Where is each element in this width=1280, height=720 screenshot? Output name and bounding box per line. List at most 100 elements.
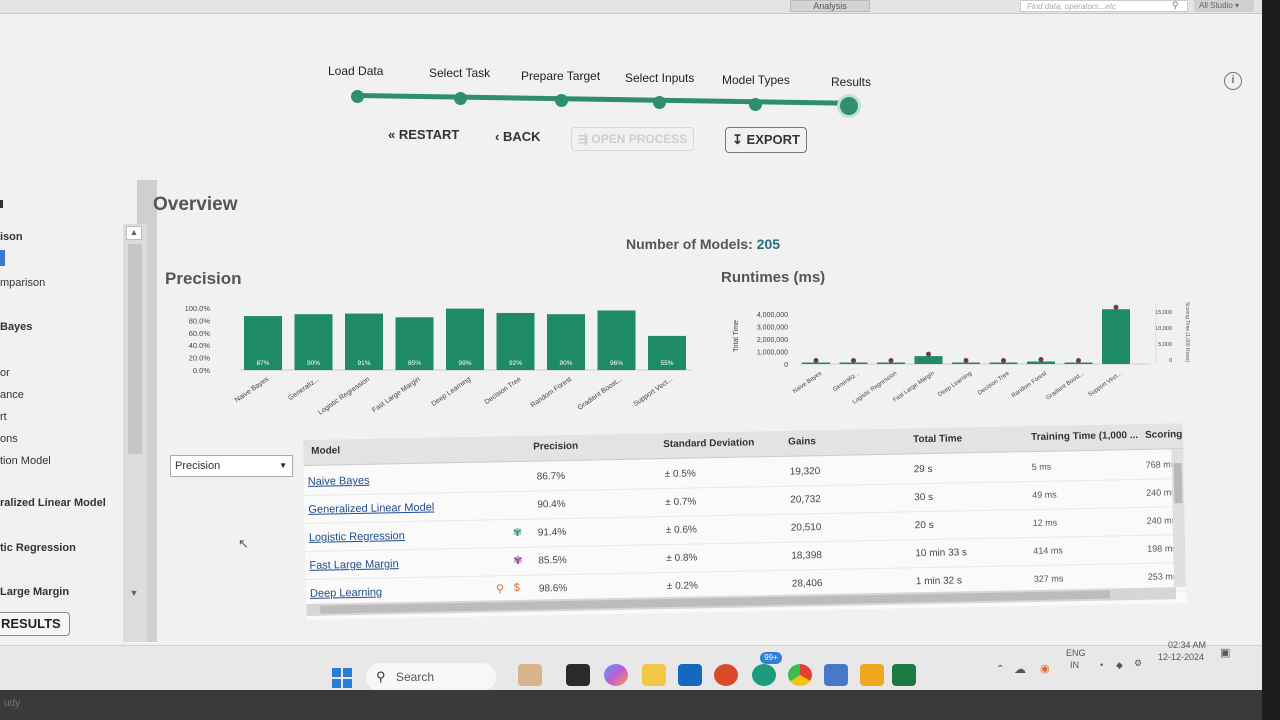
- export-label: EXPORT: [746, 132, 800, 147]
- column-header-total-time[interactable]: Total Time: [913, 433, 962, 445]
- whatsapp-icon[interactable]: [752, 664, 776, 686]
- step-dot-5[interactable]: [749, 98, 762, 111]
- wifi-icon[interactable]: •: [1100, 660, 1103, 670]
- step-results[interactable]: Results: [831, 75, 871, 89]
- x-tick-label: Fast Large Margin: [892, 371, 935, 404]
- sidebar-item-production-model[interactable]: tion Model: [0, 455, 51, 467]
- battery-icon[interactable]: ⚙: [1134, 658, 1142, 669]
- step-dot-3[interactable]: [555, 94, 568, 107]
- y-axis-label: Total Time: [733, 320, 740, 352]
- column-header-gains[interactable]: Gains: [788, 436, 816, 448]
- step-prepare-target[interactable]: Prepare Target: [521, 69, 600, 83]
- widgets-icon[interactable]: [518, 664, 542, 686]
- task-view-icon[interactable]: [566, 664, 590, 686]
- sidebar-item-naive-bayes[interactable]: Bayes: [0, 321, 32, 333]
- stepper-track: [355, 93, 850, 106]
- tab-analysis[interactable]: Analysis: [790, 0, 870, 12]
- sidebar-scrollbar[interactable]: ▲ ▼: [123, 224, 147, 642]
- clock-date[interactable]: 12-12-2024: [1158, 652, 1204, 662]
- file-explorer-icon[interactable]: [642, 664, 666, 686]
- column-header-precision[interactable]: Precision: [533, 441, 578, 453]
- step-dot-4[interactable]: [653, 96, 666, 109]
- sidebar-item-fast-large-margin[interactable]: Large Margin: [0, 586, 69, 598]
- back-label: BACK: [502, 129, 541, 144]
- metric-select[interactable]: Precision ▼: [170, 455, 293, 477]
- running-figure-icon: ✾: [512, 526, 523, 539]
- cloud-icon[interactable]: ☁: [1014, 662, 1026, 676]
- taskbar-search[interactable]: ⚲ Search: [366, 663, 496, 690]
- step-select-inputs[interactable]: Select Inputs: [625, 71, 694, 85]
- sidebar-item-model-comparison[interactable]: mparison: [0, 277, 45, 289]
- clock-time[interactable]: 02:34 AM: [1168, 640, 1206, 650]
- sidebar-scroll-thumb[interactable]: [128, 244, 142, 454]
- chrome-icon[interactable]: [788, 664, 812, 686]
- copilot-icon[interactable]: [604, 664, 628, 686]
- volume-icon[interactable]: ◆: [1116, 660, 1123, 671]
- powerpoint-icon[interactable]: [714, 664, 738, 686]
- bar-value-label: 90%: [559, 360, 572, 367]
- scoring-marker: [963, 358, 969, 363]
- search-icon[interactable]: ⚲: [1172, 0, 1179, 11]
- app-icon[interactable]: [824, 664, 848, 686]
- open-process-button[interactable]: ⇶ OPEN PROCESS: [571, 127, 695, 151]
- sidebar-item-generalized-linear-model[interactable]: ralized Linear Model: [0, 497, 106, 509]
- taskbar-search-label: Search: [396, 670, 435, 684]
- step-dot-2[interactable]: [454, 92, 467, 105]
- scroll-down-icon[interactable]: ▼: [126, 588, 142, 602]
- column-header-scoring[interactable]: Scoring: [1145, 429, 1182, 441]
- y-tick-label: 80.0%: [189, 316, 211, 325]
- info-icon[interactable]: i: [1224, 72, 1242, 90]
- sidebar-item-predictions[interactable]: ons: [0, 433, 18, 445]
- table-vertical-scrollbar[interactable]: [1171, 449, 1186, 588]
- step-load-data[interactable]: Load Data: [328, 64, 383, 78]
- export-button[interactable]: ↧ EXPORT: [725, 127, 807, 153]
- results-button[interactable]: RESULTS: [0, 612, 70, 636]
- language-top[interactable]: ENG: [1066, 648, 1086, 658]
- language-bottom[interactable]: IN: [1070, 660, 1079, 670]
- sidebar-item-logistic-regression[interactable]: tic Regression: [0, 542, 76, 554]
- x-tick-label: Decision Tree: [484, 376, 523, 406]
- find-input[interactable]: Find data, operators...etc: [1020, 0, 1188, 12]
- model-link[interactable]: Deep Learning: [310, 587, 382, 600]
- studio-dropdown[interactable]: All Studio ▾: [1194, 0, 1254, 12]
- sidebar-item-performance[interactable]: ance: [0, 389, 24, 401]
- std-dev-cell: ± 0.2%: [666, 580, 699, 593]
- chevron-up-icon[interactable]: ⌃: [996, 664, 1004, 675]
- notification-icon[interactable]: ▣: [1220, 646, 1230, 659]
- step-dot-1[interactable]: [351, 90, 364, 103]
- model-link[interactable]: Fast Large Margin: [309, 558, 398, 572]
- table-vscroll-thumb[interactable]: [1173, 463, 1183, 504]
- scoring-marker: [1113, 304, 1119, 310]
- gains-cell: 28,406: [791, 578, 823, 590]
- restart-button[interactable]: « RESTART: [388, 127, 459, 142]
- models-count: Number of Models: 205: [626, 236, 780, 252]
- model-link[interactable]: Naive Bayes: [308, 475, 370, 488]
- excel-icon[interactable]: [892, 664, 916, 686]
- app-icon-2[interactable]: [860, 664, 884, 686]
- step-dot-6[interactable]: [840, 97, 858, 115]
- column-header-std-dev[interactable]: Standard Deviation: [663, 437, 754, 450]
- sidebar-item-chart[interactable]: rt: [0, 411, 7, 423]
- taskbar: ⚲ Search 99+ ⌃ ☁ ◉ ENG IN • ◆ ⚙ 02:34 AM…: [0, 640, 1262, 690]
- column-header-model[interactable]: Model: [311, 445, 340, 457]
- results-table: Model Precision Standard Deviation Gains…: [303, 423, 1187, 620]
- scoring-marker: [813, 358, 819, 363]
- x-tick-label: Logistic Regression: [317, 376, 371, 417]
- windows-start-icon[interactable]: [332, 668, 352, 688]
- model-link[interactable]: Logistic Regression: [309, 530, 405, 544]
- sidebar-item-or[interactable]: or: [0, 367, 10, 379]
- step-select-task[interactable]: Select Task: [429, 66, 490, 80]
- scoring-marker: [888, 358, 894, 363]
- app-tray-icon[interactable]: ◉: [1040, 662, 1050, 675]
- back-button[interactable]: ‹ BACK: [495, 129, 541, 144]
- step-model-types[interactable]: Model Types: [722, 73, 790, 87]
- sidebar-item-comparison[interactable]: ison: [0, 231, 23, 243]
- y-tick-label: 2,000,000: [757, 337, 788, 344]
- column-header-training-time[interactable]: Training Time (1,000 ...: [1031, 430, 1138, 443]
- total-time-cell: 20 s: [914, 519, 934, 532]
- outlook-icon[interactable]: [678, 664, 702, 686]
- search-icon: ⚲: [376, 669, 386, 684]
- scroll-up-icon[interactable]: ▲: [126, 226, 142, 240]
- model-link[interactable]: Generalized Linear Model: [308, 501, 434, 515]
- app-screen: Analysis Find data, operators...etc ⚲ Al…: [0, 0, 1262, 690]
